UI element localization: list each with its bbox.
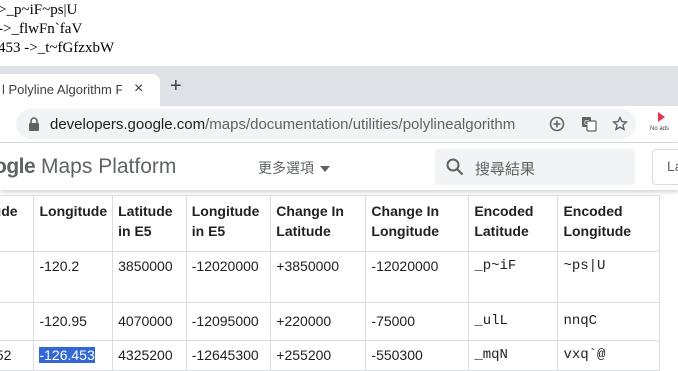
table-cell: -120.95 — [33, 302, 114, 341]
column-header: Longitude — [33, 195, 114, 252]
table-cell: _ulL — [468, 302, 559, 341]
table-cell: -120.2 — [33, 251, 114, 303]
language-label: La — [667, 158, 678, 174]
table-cell: 5 — [0, 251, 35, 303]
address-bar[interactable]: developers.google.com/maps/documentation… — [16, 109, 636, 139]
snippet-line: ->_flwFn`faV — [0, 21, 83, 37]
polyline-table: tude Longitude Latitude in E5 Longitude … — [0, 195, 660, 371]
brand-suffix: Maps Platform — [35, 155, 177, 178]
table-cell: 7 — [0, 302, 35, 341]
column-header: tude — [0, 195, 35, 252]
url-path: /maps/documentation/utilities/polylineal… — [205, 116, 516, 133]
table-cell: -12020000 — [365, 251, 470, 303]
search-icon — [446, 158, 464, 176]
search-box[interactable]: 搜尋結果 — [435, 149, 635, 185]
column-header: Longitude in E5 — [185, 195, 272, 252]
site-logo[interactable]: ogle Maps Platform — [0, 155, 176, 179]
new-tab-button[interactable]: + — [170, 76, 182, 96]
table-cell: +220000 — [270, 302, 367, 341]
svg-text:G: G — [584, 119, 589, 127]
column-header: Change In Longitude — [365, 195, 470, 252]
url-host: developers.google.com — [50, 116, 206, 133]
lock-icon[interactable] — [28, 117, 40, 131]
star-icon[interactable] — [612, 116, 628, 132]
browser-tab[interactable]: l Polyline Algorithm Fo × — [0, 74, 160, 106]
more-options-label: 更多選項 — [258, 160, 314, 176]
table-cell: -75000 — [365, 302, 470, 341]
snippet-line: 453 ->_t~fGfzxbW — [0, 40, 115, 56]
table-cell: -12020000 — [185, 251, 272, 303]
add-circle-icon[interactable] — [549, 116, 565, 132]
table-header-row: tude Longitude Latitude in E5 Longitude … — [0, 195, 660, 252]
url-text[interactable]: developers.google.com/maps/documentation… — [50, 116, 515, 133]
text-snippet: >_p~iF~ps|U ->_flwFn`faV 453 ->_t~fGfzxb… — [0, 0, 678, 67]
extension-logo-icon — [658, 112, 665, 122]
column-header: Change In Latitude — [270, 195, 367, 252]
column-header: Latitude in E5 — [112, 195, 187, 252]
table-cell: 3850000 — [112, 251, 187, 303]
selected-text[interactable]: -126.453 — [39, 347, 95, 363]
browser-toolbar: developers.google.com/maps/documentation… — [0, 106, 678, 143]
table-cell: +3850000 — [270, 251, 367, 303]
table-row: 7 -120.95 4070000 -12095000 +220000 -750… — [0, 302, 660, 341]
extension-icon[interactable]: No ads — [648, 110, 674, 138]
table-cell: ~ps|U — [557, 251, 660, 303]
language-selector[interactable]: La — [652, 149, 678, 185]
brand-prefix: ogle — [0, 155, 36, 178]
table-row: 5 -120.2 3850000 -12020000 +3850000 -120… — [0, 251, 660, 303]
translate-icon[interactable]: G — [581, 116, 597, 132]
tab-bar: l Polyline Algorithm Fo × + — [0, 66, 678, 106]
close-icon[interactable]: × — [134, 80, 143, 98]
column-header: Encoded Longitude — [557, 195, 660, 252]
tab-title: l Polyline Algorithm Fo — [2, 82, 122, 97]
table-cell: _p~iF — [468, 251, 559, 303]
column-header: Encoded Latitude — [468, 195, 559, 252]
table-cell: 4070000 — [112, 302, 187, 341]
table-cell: nnqC — [557, 302, 660, 341]
table-cell: -12095000 — [185, 302, 272, 341]
more-options-menu[interactable]: 更多選項 — [258, 158, 330, 178]
chevron-down-icon — [320, 166, 330, 173]
snippet-line: >_p~iF~ps|U — [0, 2, 78, 18]
extension-label: No ads — [650, 126, 670, 132]
site-header: ogle Maps Platform 更多選項 搜尋結果 La — [0, 143, 678, 190]
search-placeholder: 搜尋結果 — [475, 161, 536, 178]
